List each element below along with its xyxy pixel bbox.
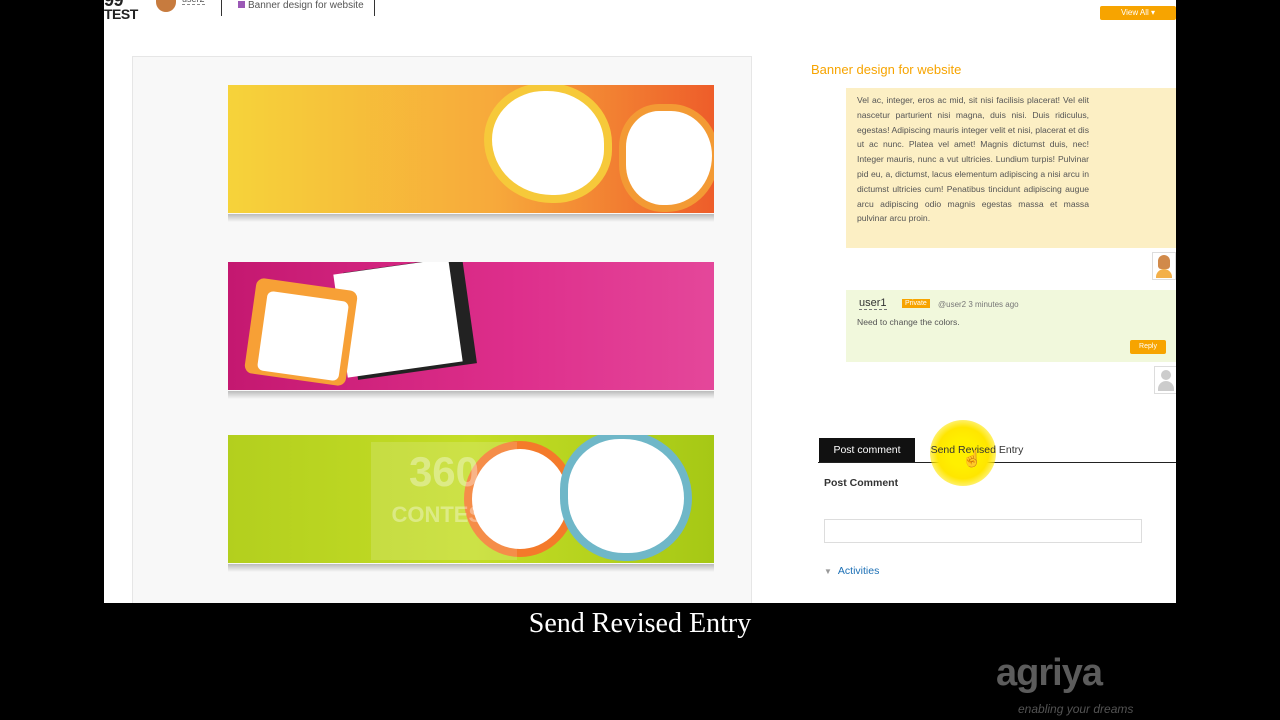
entry-title: Banner design for website xyxy=(811,62,962,77)
tab-post-comment[interactable]: Post comment xyxy=(819,438,915,462)
hand-cursor-icon: ☝ xyxy=(962,451,982,468)
reply-button[interactable]: Reply xyxy=(1130,340,1166,354)
banner-orange xyxy=(228,85,714,213)
brand-tagline: enabling your dreams xyxy=(1018,702,1134,716)
brand-logo: agriya xyxy=(996,652,1103,694)
chevron-down-icon: ▼ xyxy=(824,567,832,576)
banner-shadow xyxy=(228,564,714,572)
user-avatar[interactable] xyxy=(1154,366,1176,394)
post-comment-heading: Post Comment xyxy=(824,477,899,489)
view-all-button[interactable]: View All ▾ xyxy=(1100,6,1176,20)
comment-username[interactable]: user1 xyxy=(859,297,887,310)
private-badge: Private xyxy=(902,299,930,308)
video-caption: Send Revised Entry xyxy=(528,608,752,639)
banner-shape xyxy=(568,439,684,553)
entry-preview-panel: 360 CONTEST xyxy=(132,56,752,603)
comment-text: Need to change the colors. xyxy=(857,317,960,327)
logo-text: TEST xyxy=(104,6,138,22)
user-avatar[interactable] xyxy=(1152,252,1176,280)
activities-label: Activities xyxy=(837,565,880,577)
banner-shadow xyxy=(228,214,714,222)
contest-icon xyxy=(238,1,245,8)
banner-shadow xyxy=(228,391,714,399)
activities-link[interactable]: ▼ Activities xyxy=(824,565,879,577)
site-logo[interactable]: 99 TEST xyxy=(104,0,138,22)
comment-text: Vel ac, integer, eros ac mid, sit nisi f… xyxy=(857,95,1089,224)
user-avatar[interactable] xyxy=(156,0,176,12)
comment-bubble: user1 Private @user2 3 minutes ago Need … xyxy=(846,290,1176,362)
username-link[interactable]: user2 xyxy=(182,0,205,5)
breadcrumb-label: Banner design for website xyxy=(248,0,364,11)
watermark-number: 360 xyxy=(408,448,480,495)
banner-pink xyxy=(228,262,714,390)
comment-meta: @user2 3 minutes ago xyxy=(938,300,1019,309)
watermark: 360 CONTEST xyxy=(371,442,517,560)
top-bar: 99 TEST user2 Banner design for website … xyxy=(104,0,1176,28)
tabs-underline xyxy=(818,462,1176,463)
banner-shape xyxy=(256,290,350,382)
banner-shape xyxy=(492,91,604,195)
comment-textarea[interactable] xyxy=(824,519,1142,543)
comment-bubble: Vel ac, integer, eros ac mid, sit nisi f… xyxy=(846,88,1176,248)
divider xyxy=(374,0,375,16)
breadcrumb[interactable]: Banner design for website xyxy=(238,0,364,11)
banner-shape xyxy=(626,111,712,205)
view-all-label: View All xyxy=(1120,8,1149,17)
watermark-text: CONTEST xyxy=(391,502,497,527)
app-screen: 99 TEST user2 Banner design for website … xyxy=(104,0,1176,603)
divider xyxy=(221,0,222,16)
